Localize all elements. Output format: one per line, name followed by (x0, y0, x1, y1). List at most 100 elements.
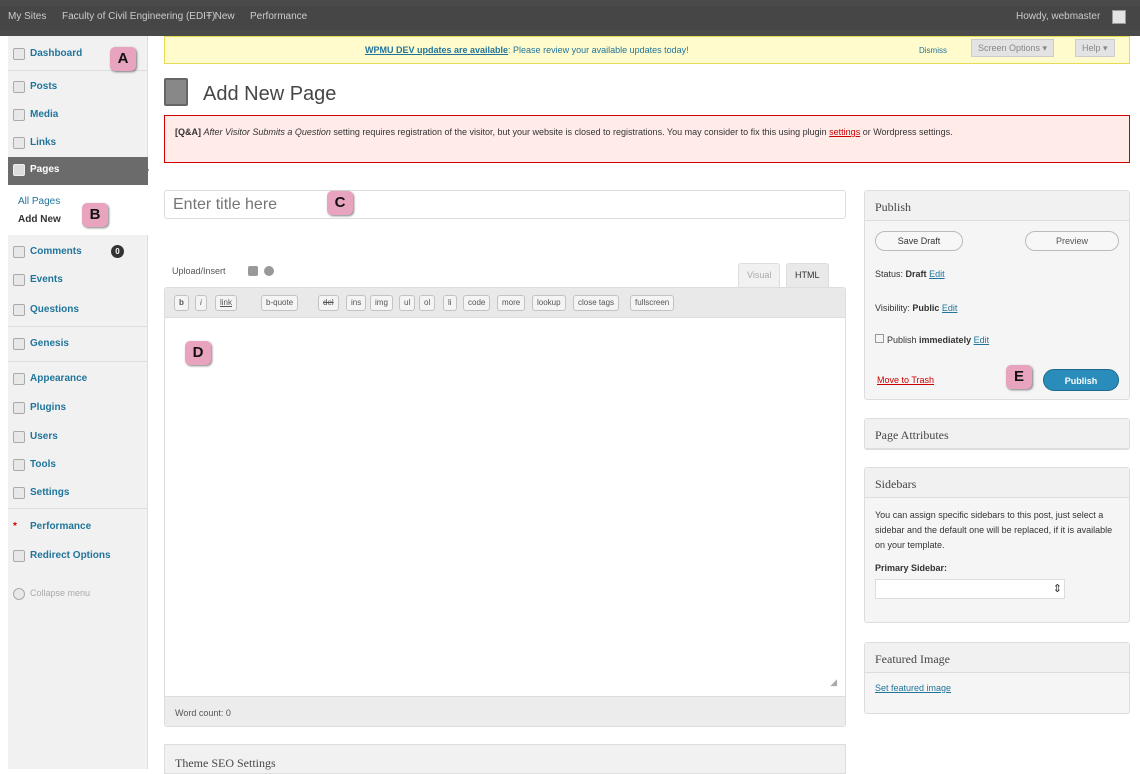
menu-separator (8, 326, 148, 327)
updates-link[interactable]: WPMU DEV updates are available (365, 45, 508, 55)
sidebar-item-plugins[interactable]: Plugins (8, 395, 148, 421)
qt-lookup-button[interactable]: lookup (532, 295, 566, 311)
comments-icon (13, 246, 25, 258)
pages-submenu: All Pages Add New (8, 185, 148, 235)
qt-ol-button[interactable]: ol (419, 295, 436, 311)
callout-e: E (1006, 365, 1032, 389)
qt-code-button[interactable]: code (463, 295, 491, 311)
site-name-link[interactable]: Faculty of Civil Engineering (EDIT) (62, 11, 215, 22)
featured-image-header[interactable]: Featured Image (865, 643, 1129, 673)
qt-more-button[interactable]: more (497, 295, 526, 311)
help-button[interactable]: Help ▾ (1075, 39, 1115, 57)
set-featured-image-link[interactable]: Set featured image (875, 683, 951, 693)
add-media-icon[interactable] (264, 266, 274, 276)
qt-fullscreen-button[interactable]: fullscreen (630, 295, 675, 311)
submenu-add-new[interactable]: Add New (18, 214, 61, 225)
howdy-user-link[interactable]: Howdy, webmaster (1016, 11, 1100, 22)
qt-link-button[interactable]: link (215, 295, 238, 311)
callout-a: A (110, 47, 136, 71)
sidebar-item-appearance[interactable]: Appearance (8, 366, 148, 392)
pages-icon (164, 78, 188, 106)
add-image-icon[interactable] (248, 266, 258, 276)
sidebars-header[interactable]: Sidebars (865, 468, 1129, 498)
admin-bar: My Sites Faculty of Civil Engineering (E… (0, 0, 1140, 36)
qt-ul-button[interactable]: ul (399, 295, 416, 311)
edit-visibility-link[interactable]: Edit (942, 303, 958, 313)
submenu-all-pages[interactable]: All Pages (18, 196, 60, 207)
move-to-trash-link[interactable]: Move to Trash (877, 375, 934, 385)
edit-status-link[interactable]: Edit (929, 269, 945, 279)
callout-b: B (82, 203, 108, 227)
sidebar-item-posts[interactable]: Posts (8, 74, 148, 100)
qt-img-button[interactable]: img (370, 295, 393, 311)
primary-sidebar-label: Primary Sidebar: (875, 563, 948, 573)
collapse-icon (13, 588, 25, 600)
sidebar-item-settings[interactable]: Settings (8, 480, 148, 506)
content-editor: b i link b-quote del ins img ul ol li co… (164, 287, 846, 727)
qt-ins-button[interactable]: ins (346, 295, 367, 311)
avatar[interactable] (1112, 10, 1126, 24)
genesis-icon (13, 338, 25, 350)
sidebar-item-tools[interactable]: Tools (8, 452, 148, 478)
publish-box-title: Publish (875, 200, 912, 214)
qt-li-button[interactable]: li (443, 295, 457, 311)
sidebar-item-pages[interactable]: Pages (8, 157, 148, 185)
preview-button[interactable]: Preview (1025, 231, 1119, 251)
content-textarea[interactable]: ◢ (165, 318, 845, 696)
post-title-input[interactable] (164, 190, 846, 219)
sidebar-item-events[interactable]: Events (8, 267, 148, 293)
resize-handle-icon[interactable]: ◢ (830, 677, 837, 688)
save-draft-button[interactable]: Save Draft (875, 231, 963, 251)
sidebars-title: Sidebars (875, 477, 917, 491)
tab-html[interactable]: HTML (786, 263, 829, 287)
menu-separator (8, 508, 148, 509)
page-attributes-header[interactable]: Page Attributes (865, 419, 1129, 449)
qt-bold-button[interactable]: b (174, 295, 189, 311)
calendar-icon (875, 334, 884, 343)
tools-icon (13, 459, 25, 471)
word-count: Word count: 0 (175, 708, 231, 718)
redirect-icon (13, 550, 25, 562)
upload-insert-label: Upload/Insert (172, 266, 226, 276)
sidebar-item-genesis[interactable]: Genesis (8, 331, 148, 357)
qt-italic-button[interactable]: i (195, 295, 207, 311)
comments-count-badge: 0 (111, 245, 124, 258)
sidebar-item-media[interactable]: Media (8, 102, 148, 128)
primary-sidebar-select[interactable]: ⇕ (875, 579, 1065, 599)
publish-time-row: Publish immediately Edit (875, 334, 989, 345)
sidebar-item-comments[interactable]: Comments 0 (8, 239, 148, 265)
sidebar-item-performance[interactable]: * Performance (8, 514, 148, 540)
theme-seo-settings-box[interactable]: Theme SEO Settings (164, 744, 846, 774)
publish-box: Publish Save Draft Preview Status: Draft… (864, 190, 1130, 400)
select-arrow-icon: ⇕ (1052, 583, 1062, 595)
edit-publish-time-link[interactable]: Edit (974, 335, 990, 345)
sidebar-item-links[interactable]: Links (8, 130, 148, 156)
updates-notice: WPMU DEV updates are available: Please r… (164, 36, 1130, 64)
qt-del-button[interactable]: del (318, 295, 339, 311)
qt-bquote-button[interactable]: b-quote (261, 295, 299, 311)
publish-button[interactable]: Publish (1043, 369, 1119, 391)
events-icon (13, 274, 25, 286)
dismiss-link[interactable]: Dismiss (919, 46, 947, 55)
qa-settings-link[interactable]: settings (829, 127, 860, 137)
sidebar-item-questions[interactable]: Questions (8, 297, 148, 323)
appearance-icon (13, 373, 25, 385)
collapse-menu[interactable]: Collapse menu (8, 581, 148, 607)
qt-close-tags-button[interactable]: close tags (573, 295, 620, 311)
publish-box-header[interactable]: Publish (865, 191, 1129, 221)
performance-link[interactable]: Performance (250, 11, 307, 22)
sidebar-item-redirect-options[interactable]: Redirect Options (8, 543, 148, 569)
post-status-value: Draft (905, 269, 927, 279)
sidebars-description: You can assign specific sidebars to this… (875, 510, 1113, 550)
screen-options-button[interactable]: Screen Options ▾ (971, 39, 1055, 57)
post-status-row: Status: Draft Edit (875, 269, 945, 279)
sidebar-item-users[interactable]: Users (8, 424, 148, 450)
new-content-link[interactable]: + New (206, 11, 235, 22)
visibility-value: Public (912, 303, 940, 313)
callout-c: C (327, 191, 353, 215)
word-count-bar: Word count: 0 (165, 696, 845, 726)
settings-icon (13, 487, 25, 499)
tab-visual[interactable]: Visual (738, 263, 781, 287)
my-sites-link[interactable]: My Sites (8, 11, 46, 22)
page-attributes-box[interactable]: Page Attributes (864, 418, 1130, 450)
